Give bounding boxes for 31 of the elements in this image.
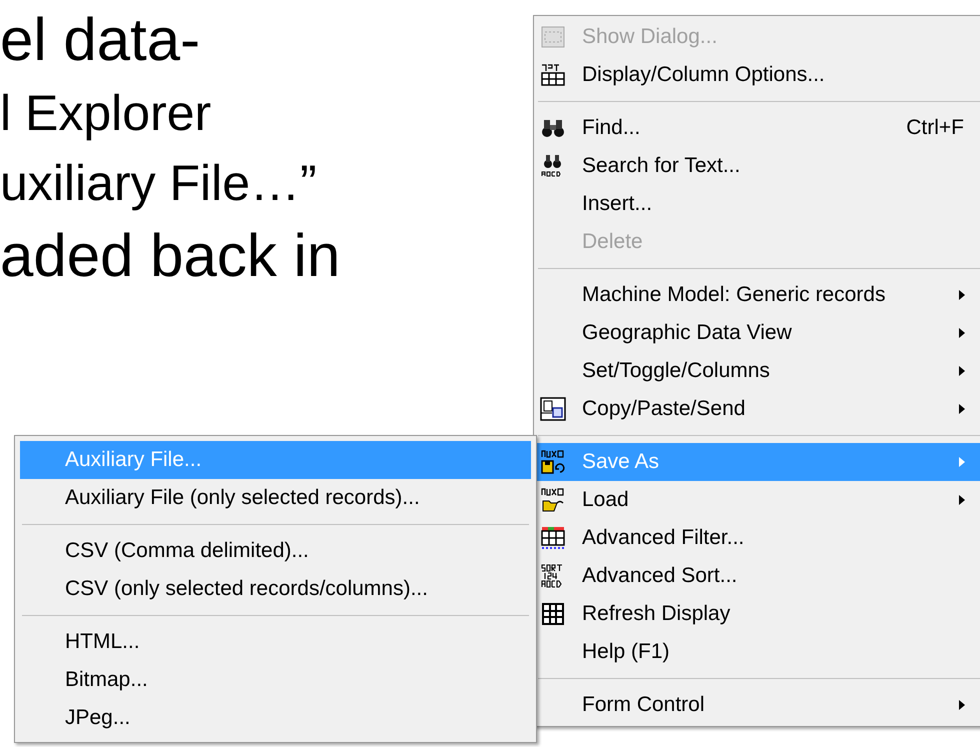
dialog-icon bbox=[540, 24, 566, 50]
menu-item[interactable]: JPeg... bbox=[20, 699, 531, 737]
slide-text: el data- bbox=[0, 5, 200, 75]
menu-item[interactable]: Bitmap... bbox=[20, 661, 531, 699]
menu-item[interactable]: Machine Model: Generic records bbox=[536, 276, 980, 314]
grid-icon bbox=[540, 601, 566, 627]
menu-item[interactable]: Insert... bbox=[536, 185, 980, 223]
slide-text: l Explorer bbox=[0, 84, 212, 143]
menu-item[interactable]: Set/Toggle/Columns bbox=[536, 352, 980, 390]
filter-grid-icon bbox=[540, 525, 566, 551]
slide-text: uxiliary File…” bbox=[0, 154, 317, 213]
menu-item[interactable]: Search for Text... bbox=[536, 147, 980, 185]
menu-item[interactable]: Advanced Filter... bbox=[536, 519, 980, 557]
menu-item[interactable]: Find... Ctrl+F bbox=[536, 109, 980, 147]
menu-item[interactable]: Copy/Paste/Send bbox=[536, 390, 980, 428]
menu-item[interactable]: Geographic Data View bbox=[536, 314, 980, 352]
menu-item[interactable]: CSV (only selected records/columns)... bbox=[20, 570, 531, 608]
menu-item[interactable]: HTML... bbox=[20, 623, 531, 661]
slide-text: aded back in bbox=[0, 221, 340, 291]
menu-item[interactable]: Help (F1) bbox=[536, 633, 980, 671]
menu-item[interactable]: Refresh Display bbox=[536, 595, 980, 633]
menu-item[interactable]: Load bbox=[536, 481, 980, 519]
menu-item[interactable]: Advanced Sort... bbox=[536, 557, 980, 595]
grid-icon bbox=[540, 62, 566, 88]
menu-item[interactable]: Auxiliary File (only selected records)... bbox=[20, 479, 531, 517]
menu-item[interactable]: Display/Column Options... bbox=[536, 56, 980, 94]
folder-icon bbox=[540, 487, 566, 513]
copy-paste-icon bbox=[540, 396, 566, 422]
floppy-disk-icon bbox=[540, 449, 566, 475]
menu-item[interactable]: Form Control bbox=[536, 686, 980, 724]
menu-item[interactable]: CSV (Comma delimited)... bbox=[20, 532, 531, 570]
